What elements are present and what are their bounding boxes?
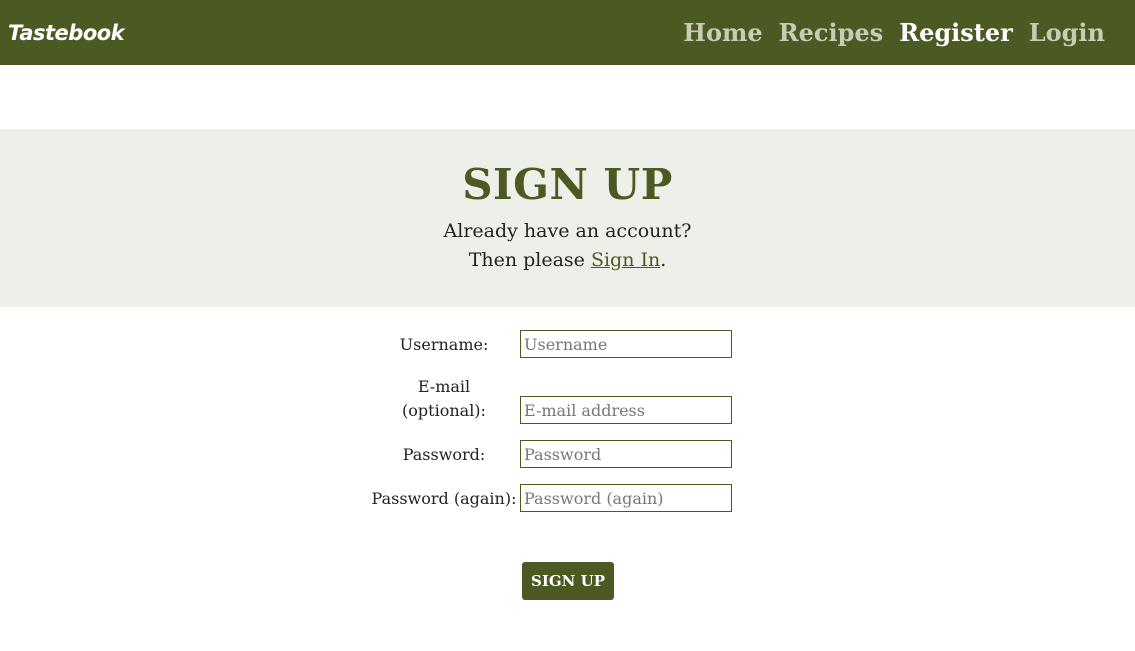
email-label-line1: E-mail (417, 377, 471, 396)
hero-line1: Already have an account? (443, 220, 692, 242)
signup-hero: SIGN UP Already have an account? Then pl… (0, 129, 1135, 307)
top-navbar: Tastebook Home Recipes Register Login (0, 0, 1135, 65)
password-again-input[interactable] (520, 484, 732, 512)
signin-link[interactable]: Sign In (591, 249, 660, 271)
nav-recipes-link[interactable]: Recipes (779, 18, 884, 47)
nav-links: Home Recipes Register Login (683, 18, 1105, 47)
brand-logo[interactable]: Tastebook (8, 21, 125, 45)
hero-line2-suffix: . (660, 249, 667, 271)
hero-line2-prefix: Then please (468, 249, 591, 271)
email-input[interactable] (520, 396, 732, 424)
password-input[interactable] (520, 440, 732, 468)
signup-button[interactable]: SIGN UP (522, 562, 614, 600)
email-label-line2: (optional): (402, 401, 486, 420)
email-label: E-mail (optional): (370, 375, 518, 423)
page-title: SIGN UP (462, 160, 673, 209)
username-input[interactable] (520, 330, 732, 358)
username-label: Username: (399, 335, 489, 354)
password-label: Password: (402, 445, 486, 464)
password-again-label: Password (again): (371, 489, 517, 508)
hero-text: Already have an account? Then please Sig… (0, 217, 1135, 275)
nav-login-link[interactable]: Login (1029, 18, 1105, 47)
nav-register-link[interactable]: Register (899, 18, 1013, 47)
nav-home-link[interactable]: Home (683, 18, 762, 47)
